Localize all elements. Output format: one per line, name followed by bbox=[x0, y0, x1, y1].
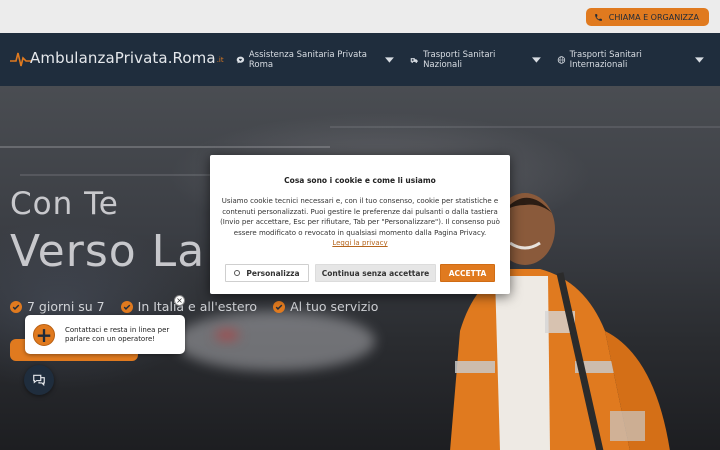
cookie-dialog-body: Usiamo cookie tecnici necessari e, con i… bbox=[220, 196, 500, 249]
privacy-link[interactable]: Leggi la privacy bbox=[332, 238, 387, 249]
feature-label: In Italia e all'estero bbox=[137, 299, 258, 314]
nav-item-label: Trasporti Sanitari Internazionali bbox=[569, 49, 642, 70]
cookie-dialog-text: Usiamo cookie tecnici necessari e, con i… bbox=[220, 197, 500, 237]
cookie-button-row: Personalizza Continua senza accettare AC… bbox=[225, 264, 495, 282]
phone-icon bbox=[594, 13, 602, 21]
chat-invite-text: Contattaci e resta in linea per parlare … bbox=[65, 325, 170, 343]
nav-item-label: Trasporti Sanitari Nazionali bbox=[423, 49, 496, 70]
plus-icon: + bbox=[33, 323, 55, 346]
check-icon bbox=[273, 300, 286, 313]
feature-item: Al tuo servizio bbox=[273, 299, 378, 314]
customize-button[interactable]: Personalizza bbox=[225, 264, 309, 282]
feature-item: In Italia e all'estero bbox=[120, 299, 258, 314]
hero-title-line-2: Verso La bbox=[10, 226, 206, 277]
blurred-light bbox=[215, 331, 239, 339]
blurred-ambulance-shape bbox=[175, 311, 375, 371]
check-icon bbox=[10, 300, 22, 313]
chevron-down-icon bbox=[385, 56, 395, 63]
customize-button-label: Personalizza bbox=[246, 268, 300, 278]
chevron-down-icon bbox=[695, 56, 704, 63]
chevron-down-icon bbox=[531, 56, 541, 63]
logo-tld: .it bbox=[216, 56, 224, 64]
feature-label: 7 giorni su 7 bbox=[27, 299, 105, 314]
feature-label: Al tuo servizio bbox=[290, 299, 379, 314]
nav-item-label: Assistenza Sanitaria Privata Roma bbox=[248, 49, 367, 70]
cookie-consent-dialog: Cosa sono i cookie e come li usiamo Usia… bbox=[210, 155, 510, 294]
nav-item-trasporti-nazionali[interactable]: Trasporti Sanitari Nazionali bbox=[410, 49, 541, 70]
call-button[interactable]: CHIAMA E ORGANIZZA bbox=[585, 8, 709, 26]
globe-icon bbox=[557, 55, 565, 64]
hero-features: 7 giorni su 7 In Italia e all'estero Al … bbox=[10, 299, 378, 314]
chat-invite-card[interactable]: + Contattaci e resta in linea per parlar… bbox=[25, 315, 185, 354]
call-button-label: CHIAMA E ORGANIZZA bbox=[608, 12, 699, 22]
check-icon bbox=[120, 300, 133, 313]
chat-bubbles-icon bbox=[33, 374, 45, 387]
feature-item: 7 giorni su 7 bbox=[10, 299, 105, 314]
heartbeat-logo-icon bbox=[10, 52, 32, 67]
nav-item-trasporti-internazionali[interactable]: Trasporti Sanitari Internazionali bbox=[557, 50, 704, 70]
cookie-dialog-title: Cosa sono i cookie e come li usiamo bbox=[284, 176, 436, 185]
chat-launcher-button[interactable] bbox=[24, 365, 54, 395]
hero-title-line-1: Con Te bbox=[10, 186, 119, 222]
top-bar: CHIAMA E ORGANIZZA bbox=[0, 0, 720, 33]
accept-button[interactable]: ACCETTA bbox=[440, 264, 495, 282]
nav-menu: Assistenza Sanitaria Privata Roma Traspo… bbox=[236, 33, 720, 86]
ambulance-icon bbox=[410, 57, 418, 63]
main-navigation: AmbulanzaPrivata.Roma .it Assistenza San… bbox=[0, 33, 720, 86]
radio-circle-icon bbox=[234, 270, 241, 276]
continue-without-accepting-button[interactable]: Continua senza accettare bbox=[315, 264, 436, 282]
nav-item-assistenza[interactable]: Assistenza Sanitaria Privata Roma bbox=[236, 49, 395, 70]
chat-heart-icon bbox=[236, 56, 245, 63]
chat-close-button[interactable]: × bbox=[174, 295, 185, 306]
site-logo[interactable]: AmbulanzaPrivata.Roma .it bbox=[10, 47, 224, 69]
motion-streak bbox=[330, 126, 720, 128]
logo-text: AmbulanzaPrivata.Roma bbox=[30, 49, 216, 67]
motion-streak bbox=[0, 146, 330, 148]
